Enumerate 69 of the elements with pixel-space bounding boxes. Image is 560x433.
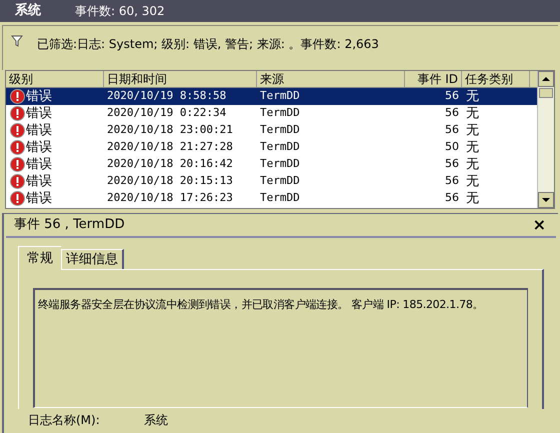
table-cell-text: 无 [465,104,480,123]
filter-summary: 已筛选:日志: System; 级别: 错误, 警告; 来源: 。事件数: 2,663 [37,36,379,53]
error-icon [10,89,25,104]
column-header[interactable]: 级别 [6,71,104,87]
table-cell: 错误 [26,140,52,156]
table-cell: 错误 [26,88,52,104]
table-cell-text: 2020/10/18 21:27:28 [106,139,234,156]
tab[interactable]: 详细信息 [61,249,124,269]
table-row[interactable]: 错误 2020/10/18 20:16:42 TermDD 56 无 [6,156,537,173]
table-cell-text: 无 [465,190,480,208]
scroll-up-icon[interactable] [538,71,554,87]
table-cell-text: 56 [444,156,460,172]
event-title: 事件 56 , TermDD [14,216,125,234]
table-cell-text: 2020/10/18 20:16:42 [106,156,234,172]
table-cell-text: 无 [465,122,480,140]
field-label: 日志名称(M): [28,412,100,429]
table-cell-text: 56 [444,190,460,206]
table-cell-text: 2020/10/18 20:15:13 [106,173,234,190]
table-cell-text: TermDD [259,105,301,122]
table-cell-text: 2020/10/18 23:00:21 [106,122,234,138]
column-header[interactable]: 事件 ID [405,71,462,87]
table-row[interactable]: 错误 2020/10/18 23:00:21 TermDD 56 无 [6,122,537,139]
table-cell-text: TermDD [259,173,301,190]
table-cell-text: 56 [444,173,460,190]
table-row[interactable]: 错误 2020/10/18 17:26:23 TermDD 56 无 [6,190,537,207]
field-value: 系统 [144,412,168,429]
column-header[interactable]: 任务类别 [462,71,530,87]
table-row[interactable]: 错误 2020/10/18 20:15:13 TermDD 56 无 [6,173,537,190]
table-cell-text: 56 [444,122,460,138]
table-cell-text: TermDD [259,190,301,206]
table-cell-text: 无 [465,138,480,157]
scroll-down-icon[interactable] [538,192,554,208]
event-message: 终端服务器安全层在协议流中检测到错误，并已取消客户端连接。 客户端 IP: 185.202.1.78。 [38,297,484,313]
table-row[interactable]: 错误 2020/10/19 0:22:34 TermDD 56 无 [6,105,537,122]
error-icon [10,140,25,155]
table-row[interactable]: 错误 2020/10/18 21:27:28 TermDD 50 无 [6,139,537,156]
table-cell-text: 56 [444,105,460,122]
table-cell: 错误 [26,156,52,172]
table-cell-text: TermDD [259,122,301,138]
table-cell-text: 2020/10/19 8:58:58 [106,88,228,104]
error-icon [10,123,25,138]
scrollbar[interactable] [537,71,554,208]
filter-icon [11,35,23,47]
column-header[interactable]: 来源 [257,71,405,87]
table-cell-text: 2020/10/18 17:26:23 [106,190,234,206]
error-icon [10,191,25,206]
event-count: 事件数: 60, 302 [75,3,165,20]
error-icon [10,174,25,189]
table-cell: 错误 [26,174,52,190]
table-cell-text: TermDD [259,88,301,104]
tab[interactable]: 常规 [18,246,61,270]
table-row[interactable]: 错误 2020/10/19 8:58:58 TermDD 56 无 [6,88,537,105]
table-cell-text: 无 [465,156,480,174]
table-cell-text: 56 [444,88,460,104]
close-button[interactable]: × [530,217,548,233]
error-icon [10,106,25,121]
scroll-thumb[interactable] [539,88,553,98]
panel-title: 系统 [15,2,41,20]
table-cell-text: TermDD [259,156,301,172]
table-cell: 错误 [26,122,52,138]
table-cell: 错误 [26,190,52,206]
column-header[interactable]: 日期和时间 [104,71,257,87]
table-cell-text: 2020/10/19 0:22:34 [106,105,228,122]
table-cell-text: TermDD [259,139,301,156]
table-cell-text: 50 [444,139,460,156]
table-cell: 错误 [26,106,52,122]
table-cell-text: 无 [465,172,480,191]
table-cell-text: 无 [465,88,480,106]
error-icon [10,157,25,172]
